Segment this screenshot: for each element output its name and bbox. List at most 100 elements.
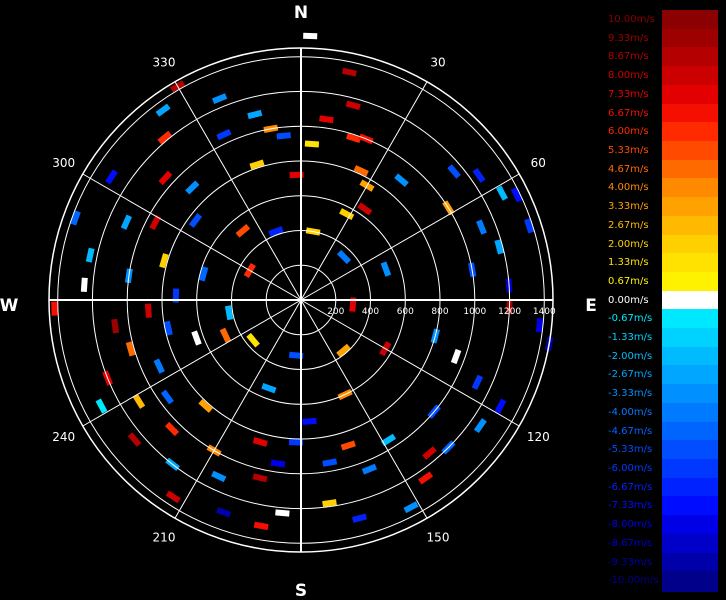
legend-label: 3.33m/s (608, 201, 649, 213)
compass-south-label: S (295, 581, 307, 600)
legend-label: -4.67m/s (608, 425, 653, 437)
legend-label: 8.67m/s (608, 51, 649, 63)
legend-entry: 4.00m/s (606, 178, 718, 200)
legend-label: -6.00m/s (608, 463, 653, 475)
compass-north-label: N (294, 3, 308, 23)
velocity-gate (302, 417, 317, 425)
legend-swatch (662, 66, 718, 87)
azimuth-label: 120 (527, 430, 550, 444)
legend-label: 10.00m/s (608, 14, 655, 25)
legend-swatch (662, 365, 718, 387)
legend-swatch (662, 178, 718, 200)
legend-swatch (662, 402, 718, 424)
legend-entry: -8.67m/s (606, 533, 718, 555)
velocity-gate (303, 32, 318, 40)
range-label: 600 (397, 307, 414, 317)
legend-entry: -2.67m/s (606, 365, 718, 387)
legend-entry: 3.33m/s (606, 197, 718, 218)
legend-entry: 0.67m/s (606, 271, 718, 293)
legend-entry: -8.00m/s (606, 515, 718, 536)
legend-swatch (662, 159, 718, 181)
legend-label: -4.00m/s (608, 406, 653, 418)
legend-entry: 9.33m/s (606, 28, 718, 50)
range-label: 400 (362, 307, 379, 317)
legend-swatch (662, 215, 718, 237)
legend-label: 2.67m/s (608, 219, 649, 231)
legend-swatch (662, 234, 718, 256)
azimuth-label: 30 (430, 56, 445, 70)
range-label: 200 (327, 307, 344, 317)
legend-entry: -6.67m/s (606, 477, 718, 499)
velocity-gate (144, 303, 152, 318)
legend-entry: -1.33m/s (606, 328, 718, 349)
legend-label: 4.00m/s (608, 182, 649, 194)
legend-entry: 2.67m/s (606, 215, 718, 237)
compass-east-label: E (585, 296, 597, 316)
legend-entry: 1.33m/s (606, 253, 718, 274)
range-label: 1200 (498, 307, 521, 317)
velocity-gate (304, 140, 320, 148)
legend-label: 7.33m/s (608, 88, 649, 100)
legend-entry: -7.33m/s (606, 496, 718, 518)
legend-label: -8.00m/s (608, 519, 653, 531)
azimuth-label: 330 (153, 56, 176, 70)
legend-swatch (662, 47, 718, 69)
legend-entry: 10.00m/s (606, 10, 718, 31)
legend-swatch (662, 459, 718, 480)
legend-entry: -2.00m/s (606, 346, 718, 368)
range-label: 1000 (463, 307, 486, 317)
velocity-color-legend: 10.00m/s 9.33m/s 8.67m/s 8.00m/s 7.33m/s 6.67… (606, 10, 718, 592)
legend-label: -5.33m/s (608, 444, 653, 456)
legend-entry: 6.67m/s (606, 103, 718, 125)
legend-swatch (662, 28, 718, 50)
legend-swatch (662, 197, 718, 218)
legend-entry: 0.00m/s (606, 290, 718, 312)
legend-label: -2.67m/s (608, 369, 653, 381)
legend-swatch (662, 309, 718, 331)
velocity-gate (275, 509, 290, 517)
azimuth-label: 300 (52, 156, 75, 170)
legend-swatch (662, 271, 718, 293)
legend-entry: -3.33m/s (606, 384, 718, 405)
legend-swatch (662, 515, 718, 536)
legend-entry: 7.33m/s (606, 84, 718, 106)
legend-swatch (662, 440, 718, 462)
legend-label: -2.00m/s (608, 350, 653, 362)
legend-label: 2.00m/s (608, 238, 649, 250)
legend-label: -8.67m/s (608, 537, 653, 549)
legend-entry: 4.67m/s (606, 159, 718, 181)
legend-swatch (662, 421, 718, 443)
legend-entry: -10.00m/s (606, 571, 718, 592)
legend-label: 0.67m/s (608, 275, 649, 287)
azimuth-label: 150 (427, 530, 450, 544)
legend-swatch (662, 290, 718, 312)
legend-entry: -6.00m/s (606, 459, 718, 480)
legend-swatch (662, 140, 718, 162)
legend-entry: 5.33m/s (606, 140, 718, 162)
legend-swatch (662, 477, 718, 499)
legend-label: 6.00m/s (608, 126, 649, 138)
legend-label: 8.00m/s (608, 70, 649, 82)
legend-label: -6.67m/s (608, 481, 653, 493)
legend-entry: -5.33m/s (606, 440, 718, 462)
legend-entry: 8.00m/s (606, 66, 718, 87)
range-label: 1400 (533, 307, 556, 317)
legend-swatch (662, 10, 718, 31)
legend-swatch (662, 384, 718, 405)
velocity-gate (80, 277, 88, 292)
velocity-gate (51, 301, 58, 316)
legend-entry: 2.00m/s (606, 234, 718, 256)
legend-label: -9.33m/s (608, 556, 653, 568)
legend-label: -3.33m/s (608, 388, 653, 400)
azimuth-label: 210 (153, 530, 176, 544)
legend-swatch (662, 103, 718, 125)
radar-polar-plot: 200 400 600 800 1000 1200 1400 30 60 120 150 210 24… (0, 0, 600, 600)
legend-swatch (662, 346, 718, 368)
legend-entry: 6.00m/s (606, 122, 718, 143)
legend-label: 0.00m/s (608, 294, 649, 306)
azimuth-label: 60 (531, 156, 546, 170)
legend-label: 4.67m/s (608, 163, 649, 175)
legend-label: -10.00m/s (608, 575, 659, 587)
legend-label: -7.33m/s (608, 500, 653, 512)
legend-entry: -4.00m/s (606, 402, 718, 424)
